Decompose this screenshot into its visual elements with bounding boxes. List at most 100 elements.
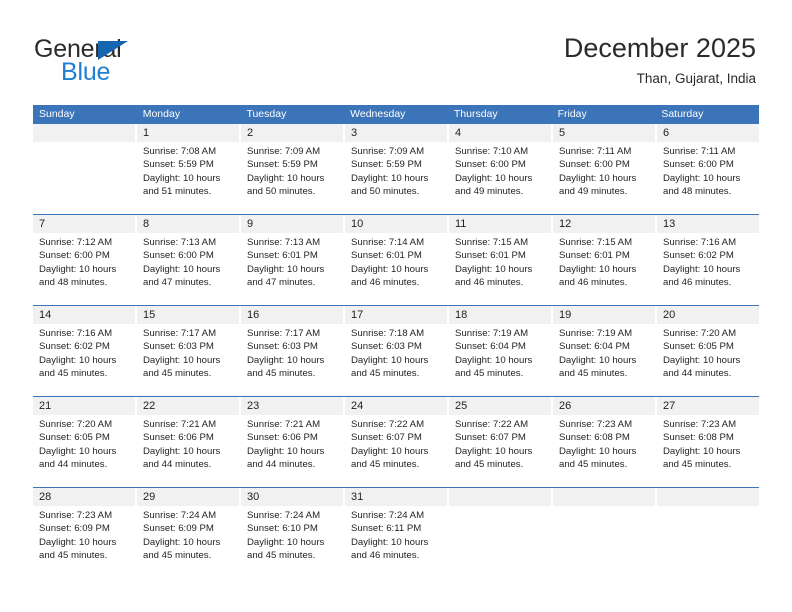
day-sunrise-text: Sunrise: 7:19 AM	[455, 328, 529, 339]
day-daylight-line2-text: and 45 minutes.	[143, 367, 212, 379]
day-cell[interactable]: Sunrise: 7:24 AM Sunset: 6:09 PM Daylight:…	[137, 506, 241, 578]
day-number[interactable]: 17	[345, 306, 449, 324]
day-cell[interactable]: Sunrise: 7:22 AM Sunset: 6:07 PM Daylight:…	[449, 415, 553, 487]
day-number[interactable]: 22	[137, 397, 241, 415]
day-cell[interactable]: Sunrise: 7:23 AM Sunset: 6:09 PM Daylight:…	[33, 506, 137, 578]
day-daylight-line1-text: Daylight: 10 hours	[39, 263, 117, 275]
day-number[interactable]: 19	[553, 306, 657, 324]
day-number[interactable]: 21	[33, 397, 137, 415]
day-daylight-line1-text: Daylight: 10 hours	[39, 536, 117, 548]
weekday-header-friday: Friday	[557, 108, 587, 120]
day-number[interactable]: 9	[241, 215, 345, 233]
day-sunset-text: Sunset: 6:01 PM	[559, 250, 630, 262]
day-number[interactable]: 18	[449, 306, 553, 324]
day-sunrise-text: Sunrise: 7:23 AM	[559, 419, 633, 430]
day-number[interactable]: 25	[449, 397, 553, 415]
day-number[interactable]: 6	[657, 124, 759, 142]
day-number[interactable]: 7	[33, 215, 137, 233]
day-sunset-text: Sunset: 6:02 PM	[39, 341, 110, 353]
day-number[interactable]: 30	[241, 488, 345, 506]
day-cell-empty	[33, 142, 137, 214]
day-cell[interactable]: Sunrise: 7:22 AM Sunset: 6:07 PM Daylight:…	[345, 415, 449, 487]
day-sunset-text: Sunset: 5:59 PM	[143, 159, 214, 171]
day-number[interactable]: 16	[241, 306, 345, 324]
day-daylight-line2-text: and 45 minutes.	[247, 367, 316, 379]
day-number[interactable]: 26	[553, 397, 657, 415]
day-number-empty	[449, 488, 553, 506]
day-cell[interactable]: Sunrise: 7:13 AM Sunset: 6:01 PM Daylight:…	[241, 233, 345, 305]
day-number[interactable]: 27	[657, 397, 759, 415]
day-daylight-line2-text: and 51 minutes.	[143, 185, 212, 197]
day-cell[interactable]: Sunrise: 7:17 AM Sunset: 6:03 PM Daylight:…	[137, 324, 241, 396]
day-number[interactable]: 11	[449, 215, 553, 233]
day-sunset-text: Sunset: 6:00 PM	[559, 159, 630, 171]
day-number[interactable]: 31	[345, 488, 449, 506]
day-sunset-text: Sunset: 6:07 PM	[351, 432, 422, 444]
day-cell[interactable]: Sunrise: 7:21 AM Sunset: 6:06 PM Daylight:…	[137, 415, 241, 487]
day-number[interactable]: 28	[33, 488, 137, 506]
day-number[interactable]: 24	[345, 397, 449, 415]
day-cell[interactable]: Sunrise: 7:19 AM Sunset: 6:04 PM Daylight:…	[553, 324, 657, 396]
day-number[interactable]: 14	[33, 306, 137, 324]
day-sunrise-text: Sunrise: 7:21 AM	[247, 419, 321, 430]
day-sunset-text: Sunset: 6:05 PM	[663, 341, 734, 353]
day-sunset-text: Sunset: 6:09 PM	[143, 523, 214, 535]
day-sunset-text: Sunset: 6:04 PM	[455, 341, 526, 353]
day-number[interactable]: 3	[345, 124, 449, 142]
day-cell[interactable]: Sunrise: 7:20 AM Sunset: 6:05 PM Daylight:…	[33, 415, 137, 487]
day-cell[interactable]: Sunrise: 7:11 AM Sunset: 6:00 PM Daylight:…	[553, 142, 657, 214]
day-number[interactable]: 5	[553, 124, 657, 142]
day-number[interactable]: 12	[553, 215, 657, 233]
day-number[interactable]: 10	[345, 215, 449, 233]
day-cell[interactable]: Sunrise: 7:20 AM Sunset: 6:05 PM Daylight:…	[657, 324, 759, 396]
day-cell[interactable]: Sunrise: 7:12 AM Sunset: 6:00 PM Daylight:…	[33, 233, 137, 305]
day-daylight-line1-text: Daylight: 10 hours	[455, 263, 533, 275]
day-cell[interactable]: Sunrise: 7:19 AM Sunset: 6:04 PM Daylight:…	[449, 324, 553, 396]
day-number[interactable]: 15	[137, 306, 241, 324]
day-cell[interactable]: Sunrise: 7:09 AM Sunset: 5:59 PM Daylight:…	[241, 142, 345, 214]
day-cell[interactable]: Sunrise: 7:15 AM Sunset: 6:01 PM Daylight:…	[449, 233, 553, 305]
week-day-number-band: 21 22 23 24 25 26 27	[33, 397, 759, 415]
day-number[interactable]: 13	[657, 215, 759, 233]
day-number[interactable]: 4	[449, 124, 553, 142]
day-cell[interactable]: Sunrise: 7:16 AM Sunset: 6:02 PM Daylight:…	[33, 324, 137, 396]
day-number[interactable]: 8	[137, 215, 241, 233]
day-sunset-text: Sunset: 6:03 PM	[143, 341, 214, 353]
day-cell[interactable]: Sunrise: 7:24 AM Sunset: 6:11 PM Daylight:…	[345, 506, 449, 578]
day-daylight-line1-text: Daylight: 10 hours	[559, 172, 637, 184]
day-cell[interactable]: Sunrise: 7:23 AM Sunset: 6:08 PM Daylight:…	[553, 415, 657, 487]
day-cell[interactable]: Sunrise: 7:08 AM Sunset: 5:59 PM Daylight:…	[137, 142, 241, 214]
day-number[interactable]: 2	[241, 124, 345, 142]
day-cell[interactable]: Sunrise: 7:15 AM Sunset: 6:01 PM Daylight:…	[553, 233, 657, 305]
day-cell[interactable]: Sunrise: 7:10 AM Sunset: 6:00 PM Daylight:…	[449, 142, 553, 214]
day-cell[interactable]: Sunrise: 7:14 AM Sunset: 6:01 PM Daylight:…	[345, 233, 449, 305]
calendar-week-row: 7 8 9 10 11 12 13 Sunrise: 7:12 AM Sunset: 6:00 …	[33, 214, 759, 305]
day-sunrise-text: Sunrise: 7:24 AM	[247, 510, 321, 521]
day-cell[interactable]: Sunrise: 7:21 AM Sunset: 6:06 PM Daylight:…	[241, 415, 345, 487]
weekday-header-monday: Monday	[142, 108, 181, 120]
generalblue-logo[interactable]: General Blue	[34, 36, 224, 88]
day-number[interactable]: 29	[137, 488, 241, 506]
day-sunrise-text: Sunrise: 7:24 AM	[143, 510, 217, 521]
day-number[interactable]: 1	[137, 124, 241, 142]
day-daylight-line1-text: Daylight: 10 hours	[663, 172, 741, 184]
day-daylight-line1-text: Daylight: 10 hours	[247, 536, 325, 548]
day-sunset-text: Sunset: 6:01 PM	[351, 250, 422, 262]
day-cell[interactable]: Sunrise: 7:13 AM Sunset: 6:00 PM Daylight:…	[137, 233, 241, 305]
day-number[interactable]: 23	[241, 397, 345, 415]
day-sunset-text: Sunset: 6:01 PM	[247, 250, 318, 262]
day-sunrise-text: Sunrise: 7:22 AM	[455, 419, 529, 430]
day-cell[interactable]: Sunrise: 7:18 AM Sunset: 6:03 PM Daylight:…	[345, 324, 449, 396]
day-daylight-line2-text: and 46 minutes.	[351, 549, 420, 561]
day-cell[interactable]: Sunrise: 7:16 AM Sunset: 6:02 PM Daylight:…	[657, 233, 759, 305]
day-cell[interactable]: Sunrise: 7:23 AM Sunset: 6:08 PM Daylight:…	[657, 415, 759, 487]
day-daylight-line1-text: Daylight: 10 hours	[39, 354, 117, 366]
day-cell[interactable]: Sunrise: 7:11 AM Sunset: 6:00 PM Daylight:…	[657, 142, 759, 214]
day-sunset-text: Sunset: 6:01 PM	[455, 250, 526, 262]
day-sunset-text: Sunset: 5:59 PM	[351, 159, 422, 171]
day-cell[interactable]: Sunrise: 7:24 AM Sunset: 6:10 PM Daylight:…	[241, 506, 345, 578]
day-cell[interactable]: Sunrise: 7:09 AM Sunset: 5:59 PM Daylight:…	[345, 142, 449, 214]
day-number[interactable]: 20	[657, 306, 759, 324]
day-daylight-line1-text: Daylight: 10 hours	[247, 445, 325, 457]
day-cell[interactable]: Sunrise: 7:17 AM Sunset: 6:03 PM Daylight:…	[241, 324, 345, 396]
